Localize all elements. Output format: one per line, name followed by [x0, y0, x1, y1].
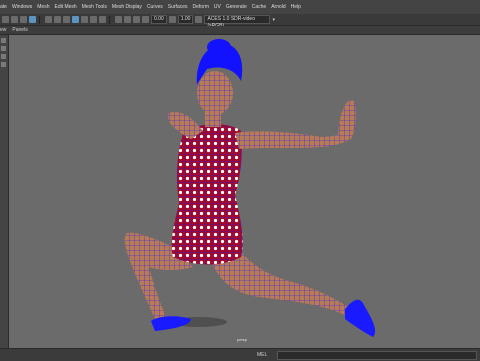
resolution-gate-icon[interactable] [133, 16, 140, 23]
hair-bun [207, 39, 231, 55]
exposure-field[interactable]: 0.00 [151, 15, 167, 24]
panel-menu-bar: ew Panels [0, 26, 480, 35]
tool-box [0, 35, 9, 348]
color-management-icon[interactable] [195, 16, 203, 23]
lasso-tool-icon[interactable] [1, 46, 6, 51]
menu-bar: ate Windows Mesh Edit Mesh Mesh Tools Me… [0, 0, 480, 15]
right-foot [345, 299, 376, 337]
left-foot [151, 316, 191, 331]
menu-generate[interactable]: Generate [226, 0, 247, 14]
menu-help[interactable]: Help [291, 0, 301, 14]
gamma-icon[interactable] [168, 16, 176, 23]
camera-label: persp [237, 337, 248, 342]
panel-menu-panels[interactable]: Panels [12, 26, 27, 34]
figure-render [124, 39, 376, 337]
menu-windows[interactable]: Windows [12, 0, 32, 14]
panel-menu-view[interactable]: ew [0, 26, 6, 34]
menu-mesh[interactable]: Mesh [37, 0, 49, 14]
menu-cache[interactable]: Cache [252, 0, 266, 14]
menu-deform[interactable]: Deform [193, 0, 209, 14]
paint-tool-icon[interactable] [1, 54, 6, 59]
toolbar-separator [39, 15, 40, 24]
chevron-down-icon[interactable]: ▾ [272, 17, 275, 23]
select-tool-icon[interactable] [1, 38, 6, 43]
grid-icon[interactable] [45, 16, 52, 23]
shading-icon[interactable] [63, 16, 70, 23]
menu-mesh-display[interactable]: Mesh Display [112, 0, 142, 14]
menu-curves[interactable]: Curves [147, 0, 163, 14]
menu-edit-mesh[interactable]: Edit Mesh [54, 0, 76, 14]
polka-dot-dress [171, 124, 243, 265]
isolate-icon[interactable] [115, 16, 122, 23]
menu-surfaces[interactable]: Surfaces [168, 0, 188, 14]
maya-window: ate Windows Mesh Edit Mesh Mesh Tools Me… [0, 0, 480, 361]
toolbar-separator [109, 15, 110, 24]
lighting-icon[interactable] [90, 16, 97, 23]
wireframe-on-shaded-icon[interactable] [72, 16, 79, 23]
view-transform-select[interactable]: ACES 1.0 SDR-video (sRGB) [204, 15, 271, 29]
menu-rendering[interactable]: ate [0, 0, 7, 14]
rotate-icon[interactable] [20, 16, 27, 23]
menu-mesh-tools[interactable]: Mesh Tools [82, 0, 107, 14]
shadow-icon[interactable] [99, 16, 106, 23]
mel-command-input[interactable] [277, 351, 477, 360]
camera-icon[interactable] [29, 16, 36, 23]
move-tool-icon[interactable] [1, 62, 6, 67]
gate-mask-icon[interactable] [142, 16, 149, 23]
menu-arnold[interactable]: Arnold [271, 0, 285, 14]
mel-label[interactable]: MEL [257, 351, 267, 359]
gamma-field[interactable]: 1.00 [177, 15, 194, 24]
xray-icon[interactable] [124, 16, 131, 23]
menu-uv[interactable]: UV [214, 0, 221, 14]
viewport-toolbar: 0.00 1.00 ACES 1.0 SDR-video (sRGB) ▾ [0, 14, 480, 29]
texture-icon[interactable] [81, 16, 88, 23]
command-line: MEL [0, 348, 480, 361]
move-icon[interactable] [11, 16, 18, 23]
3d-viewport[interactable]: persp [9, 35, 480, 348]
select-icon[interactable] [2, 16, 9, 23]
wireframe-icon[interactable] [54, 16, 61, 23]
